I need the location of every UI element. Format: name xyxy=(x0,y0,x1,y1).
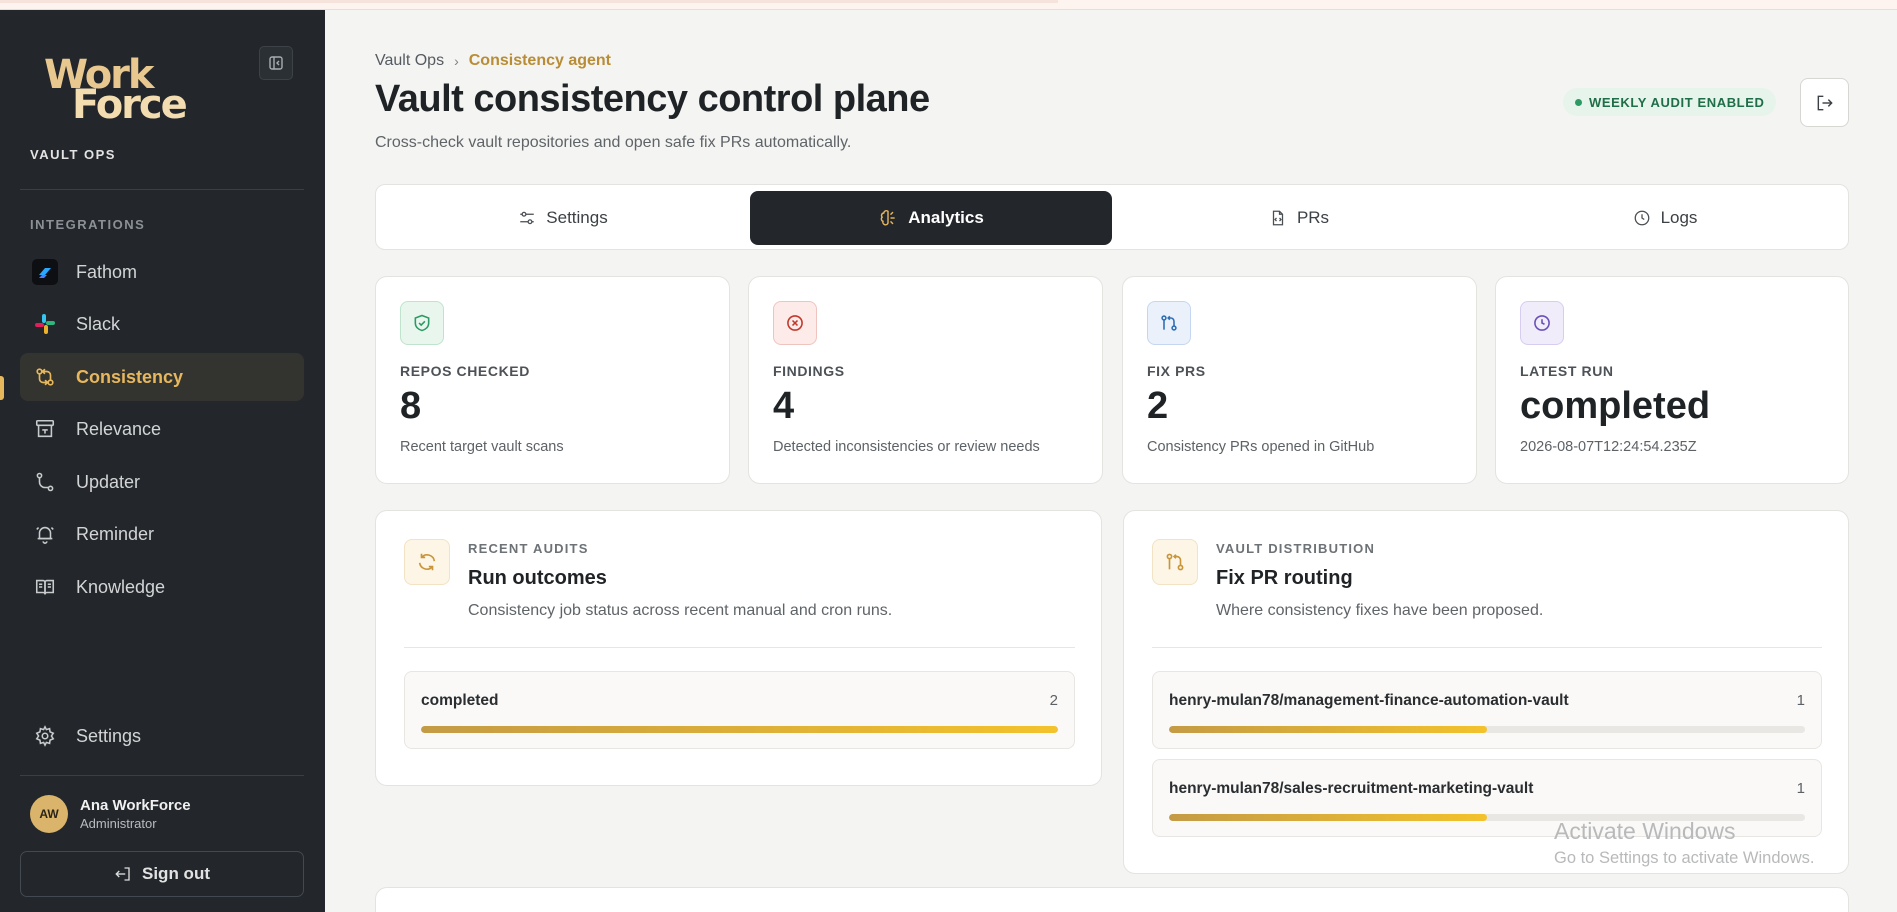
workspace-label: VAULT OPS xyxy=(30,147,116,162)
sidebar-item-consistency[interactable]: Consistency xyxy=(20,353,304,401)
panel-divider xyxy=(1152,647,1822,648)
sign-out-button[interactable]: Sign out xyxy=(20,851,304,897)
stat-card-repos-checked: REPOS CHECKED 8 Recent target vault scan… xyxy=(375,276,730,484)
list-item: completed 2 xyxy=(404,671,1075,749)
sidebar-item-fathom[interactable]: Fathom xyxy=(20,248,304,296)
progress-track xyxy=(1169,726,1805,733)
user-name: Ana WorkForce xyxy=(80,797,191,814)
tab-settings[interactable]: Settings xyxy=(382,191,744,245)
collapse-sidebar-button[interactable] xyxy=(259,46,293,80)
git-compare-icon xyxy=(32,364,58,390)
log-out-icon xyxy=(1817,95,1833,110)
panel-title: Run outcomes xyxy=(468,567,607,589)
stat-card-findings: FINDINGS 4 Detected inconsistencies or r… xyxy=(748,276,1103,484)
sign-out-icon xyxy=(115,867,130,881)
bottom-card xyxy=(375,887,1849,912)
sliders-icon xyxy=(520,211,535,225)
active-nav-indicator xyxy=(0,376,4,400)
recent-audits-panel: RECENT AUDITS Run outcomes Consistency j… xyxy=(375,510,1102,786)
breadcrumb-current: Consistency agent xyxy=(468,52,612,69)
progress-fill xyxy=(421,726,1058,733)
git-branch-icon xyxy=(32,469,58,495)
user-profile[interactable]: AW Ana WorkForce Administrator xyxy=(30,795,191,833)
slack-logo-icon xyxy=(32,311,58,337)
sidebar-item-reminder[interactable]: Reminder xyxy=(20,510,304,558)
exit-button[interactable] xyxy=(1800,78,1849,127)
user-role: Administrator xyxy=(80,816,157,831)
workforce-logo[interactable]: Work Force xyxy=(44,55,194,130)
page-title: Vault consistency control plane xyxy=(375,78,930,120)
sidebar-divider xyxy=(20,775,304,776)
integrations-section-label: INTEGRATIONS xyxy=(30,217,146,232)
file-code-icon xyxy=(1272,210,1284,226)
breadcrumb: Vault Ops › Consistency agent xyxy=(375,52,611,70)
shield-check-icon xyxy=(400,301,444,345)
archive-icon xyxy=(32,416,58,442)
breadcrumb-vault-ops[interactable]: Vault Ops xyxy=(375,52,444,70)
progress-fill xyxy=(1169,726,1487,733)
panel-description: Where consistency fixes have been propos… xyxy=(1216,602,1544,619)
panel-kicker: VAULT DISTRIBUTION xyxy=(1216,541,1376,556)
sidebar-item-updater[interactable]: Updater xyxy=(20,458,304,506)
stat-card-latest-run: LATEST RUN completed 2026-08-07T12:24:54… xyxy=(1495,276,1849,484)
progress-fill xyxy=(1169,814,1487,821)
page-subtitle: Cross-check vault repositories and open … xyxy=(375,134,852,151)
tab-bar: Settings Analytics PRs Logs xyxy=(375,184,1849,250)
book-icon xyxy=(32,574,58,600)
panel-divider xyxy=(404,647,1075,648)
tab-logs[interactable]: Logs xyxy=(1484,191,1846,245)
page-loading-bar xyxy=(0,0,1897,10)
sidebar: Work Force VAULT OPS INTEGRATIONS Fathom… xyxy=(0,10,325,912)
tab-prs[interactable]: PRs xyxy=(1118,191,1480,245)
avatar: AW xyxy=(30,795,68,833)
sidebar-item-knowledge[interactable]: Knowledge xyxy=(20,563,304,611)
stat-card-fix-prs: FIX PRS 2 Consistency PRs opened in GitH… xyxy=(1122,276,1477,484)
sidebar-item-relevance[interactable]: Relevance xyxy=(20,405,304,453)
sidebar-item-settings[interactable]: Settings xyxy=(20,712,304,760)
panel-collapse-icon xyxy=(269,56,283,70)
clock-icon xyxy=(1520,301,1564,345)
gear-icon xyxy=(32,723,58,749)
bell-icon xyxy=(32,521,58,547)
sidebar-divider xyxy=(20,189,304,190)
sidebar-item-slack[interactable]: Slack xyxy=(20,300,304,348)
git-pull-request-icon xyxy=(1152,539,1198,585)
x-circle-icon xyxy=(773,301,817,345)
tab-analytics[interactable]: Analytics xyxy=(750,191,1112,245)
windows-activation-watermark: Activate Windows Go to Settings to activ… xyxy=(1554,818,1815,867)
panel-title: Fix PR routing xyxy=(1216,567,1353,589)
status-badge: WEEKLY AUDIT ENABLED xyxy=(1563,88,1777,116)
refresh-icon xyxy=(404,539,450,585)
list-item: henry-mulan78/management-finance-automat… xyxy=(1152,671,1822,749)
clock-icon xyxy=(1634,210,1649,226)
progress-track xyxy=(421,726,1058,733)
brain-icon xyxy=(880,210,895,226)
panel-description: Consistency job status across recent man… xyxy=(468,602,893,619)
panel-kicker: RECENT AUDITS xyxy=(468,541,589,556)
fathom-logo-icon xyxy=(32,259,58,285)
main-content: Vault Ops › Consistency agent Vault cons… xyxy=(325,10,1897,912)
chevron-right-icon: › xyxy=(454,53,459,69)
git-pull-request-icon xyxy=(1147,301,1191,345)
